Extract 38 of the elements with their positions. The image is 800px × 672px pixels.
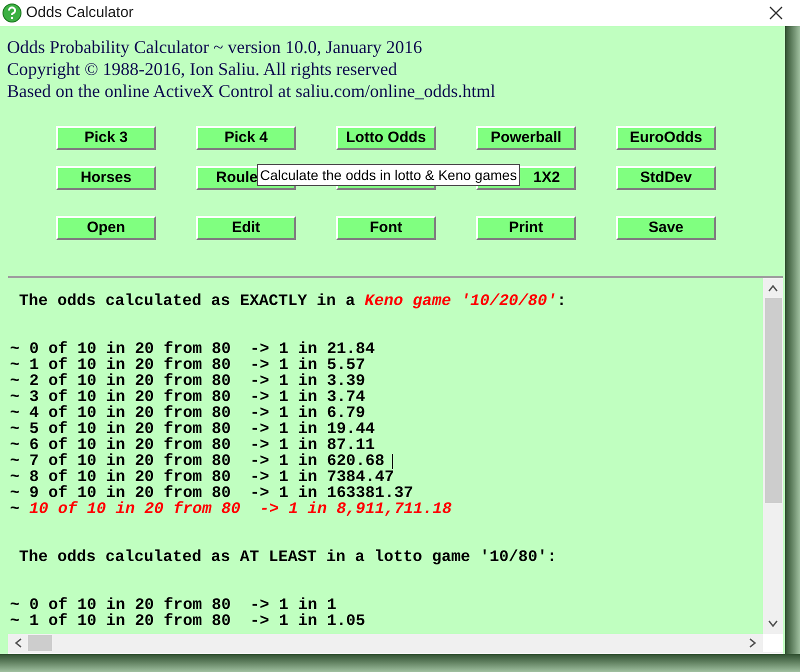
command-button[interactable]: Pick 3 — [56, 126, 156, 150]
command-button[interactable]: Lotto Odds — [336, 126, 436, 150]
command-button[interactable]: Pick 4 — [196, 126, 296, 150]
odds-line: ~ 1 of 10 in 20 from 80 -> 1 in 1.05 — [10, 613, 366, 629]
odds-line: ~ 8 of 10 in 20 from 80 -> 1 in 7384.47 — [10, 469, 394, 485]
horizontal-scrollbar[interactable] — [8, 634, 763, 652]
scrollbar-thumb[interactable] — [764, 298, 782, 503]
command-button[interactable]: Edit — [196, 216, 296, 240]
odds-line: ~ 6 of 10 in 20 from 80 -> 1 in 87.11 — [10, 437, 375, 453]
vertical-scrollbar[interactable] — [763, 278, 783, 634]
scrollbar-thumb[interactable] — [28, 635, 52, 651]
command-button[interactable]: Open — [56, 216, 156, 240]
output-text-area[interactable] — [8, 278, 763, 634]
odds-line: ~ 2 of 10 in 20 from 80 -> 1 in 3.39 — [10, 373, 366, 389]
command-button[interactable]: Save — [616, 216, 716, 240]
section-heading: The odds calculated as EXACTLY in a Keno game '10/20/80': — [19, 292, 566, 310]
odds-line: ~ 0 of 10 in 20 from 80 -> 1 in 21.84 — [10, 341, 375, 357]
odds-line: ~ 9 of 10 in 20 from 80 -> 1 in 163381.37 — [10, 485, 414, 501]
odds-line: ~ 7 of 10 in 20 from 80 -> 1 in 620.68 — [10, 453, 384, 469]
odds-line: ~ 3 of 10 in 20 from 80 -> 1 in 3.74 — [10, 389, 366, 405]
command-button[interactable]: Print — [476, 216, 576, 240]
command-button[interactable]: Horses — [56, 166, 156, 190]
tooltip: Calculate the odds in lotto & Keno games — [257, 164, 520, 186]
window-title: Odds Calculator — [26, 2, 134, 23]
odds-line: ~ 5 of 10 in 20 from 80 -> 1 in 19.44 — [10, 421, 375, 437]
command-button[interactable]: Powerball — [476, 126, 576, 150]
header-text: Copyright © 1988-2016, Ion Saliu. All rights reserved — [7, 58, 398, 80]
odds-line: ~ 4 of 10 in 20 from 80 -> 1 in 6.79 — [10, 405, 366, 421]
command-button[interactable]: EuroOdds — [616, 126, 716, 150]
close-icon[interactable] — [769, 6, 783, 20]
odds-line: ~ 10 of 10 in 20 from 80 -> 1 in 8,911,711.18 — [10, 501, 452, 517]
header-text: Based on the online ActiveX Control at saliu.com/online_odds.html — [7, 80, 496, 102]
section-heading: The odds calculated as AT LEAST in a lotto game '10/80': — [19, 548, 557, 566]
odds-line: ~ 0 of 10 in 20 from 80 -> 1 in 1 — [10, 597, 336, 613]
header-text: Odds Probability Calculator ~ version 10.0, January 2016 — [7, 36, 424, 58]
odds-line: ~ 1 of 10 in 20 from 80 -> 1 in 5.57 — [10, 357, 366, 373]
command-button[interactable]: StdDev — [616, 166, 716, 190]
command-button[interactable]: Font — [336, 216, 436, 240]
